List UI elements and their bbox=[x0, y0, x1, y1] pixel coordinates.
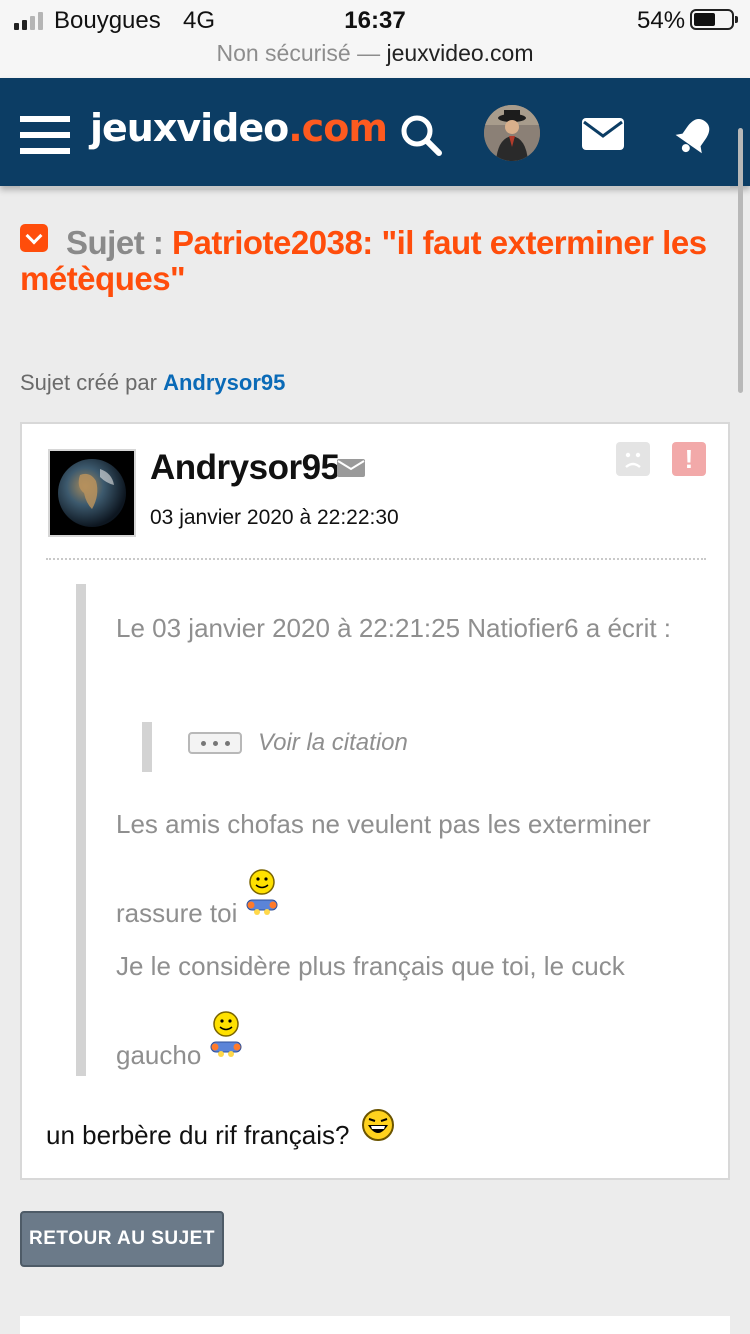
divider bbox=[20, 186, 730, 190]
bell-icon[interactable] bbox=[672, 112, 718, 158]
kick-icon[interactable] bbox=[616, 442, 650, 476]
quote-text: gaucho bbox=[116, 1040, 202, 1070]
post-author-name[interactable]: Andrysor95 bbox=[150, 448, 340, 488]
smiley-icon bbox=[210, 1011, 242, 1057]
chevron-down-icon[interactable] bbox=[20, 224, 48, 252]
topic-created-by: Sujet créé par Andrysor95 bbox=[20, 370, 285, 396]
mail-icon[interactable] bbox=[580, 116, 626, 152]
user-avatar[interactable] bbox=[484, 105, 540, 161]
topic-title-prefix: Sujet : bbox=[66, 224, 164, 261]
search-icon[interactable] bbox=[398, 112, 444, 158]
logo-tld: .com bbox=[288, 106, 388, 150]
quote-text: rassure toi bbox=[116, 898, 238, 928]
next-section bbox=[20, 1316, 730, 1334]
private-message-icon[interactable] bbox=[336, 458, 366, 478]
post-author-avatar[interactable] bbox=[48, 449, 136, 537]
quote-paragraph: Les amis chofas ne veulent pas les exter… bbox=[116, 802, 696, 935]
blockquote: Le 03 janvier 2020 à 22:21:25 Natiofier6… bbox=[76, 584, 702, 1076]
url-domain: jeuxvideo.com bbox=[386, 40, 534, 66]
quote-paragraph: Je le considère plus français que toi, l… bbox=[116, 944, 696, 1077]
topic-author-link[interactable]: Andrysor95 bbox=[163, 370, 285, 395]
quote-text: Les amis chofas ne veulent pas les exter… bbox=[116, 809, 651, 839]
post-body: un berbère du rif français? bbox=[46, 1108, 395, 1151]
battery-icon bbox=[690, 9, 738, 30]
topic-title: Sujet : Patriote2038: "il faut extermine… bbox=[20, 224, 720, 297]
url-security-label: Non sécurisé — bbox=[216, 40, 381, 66]
site-header: jeuxvideo.com bbox=[0, 78, 750, 186]
view-quote-link[interactable]: Voir la citation bbox=[258, 722, 408, 764]
post-separator bbox=[46, 558, 706, 560]
site-logo[interactable]: jeuxvideo.com bbox=[90, 106, 388, 150]
battery-percent: 54% bbox=[637, 7, 686, 34]
logo-main: jeuxvideo bbox=[90, 106, 289, 150]
page-scrollbar[interactable] bbox=[738, 128, 743, 393]
laughing-smiley-icon bbox=[361, 1109, 394, 1141]
post-date[interactable]: 03 janvier 2020 à 22:22:30 bbox=[150, 506, 399, 530]
menu-icon[interactable] bbox=[20, 116, 70, 154]
back-to-topic-button[interactable]: RETOUR AU SUJET bbox=[20, 1211, 224, 1267]
quote-header: Le 03 janvier 2020 à 22:21:25 Natiofier6… bbox=[116, 613, 672, 643]
status-bar: Bouygues 4G 16:37 54% Non sécurisé — jeu… bbox=[0, 0, 750, 78]
created-by-label: Sujet créé par bbox=[20, 370, 157, 395]
smiley-icon bbox=[246, 869, 278, 915]
expand-quote-button[interactable] bbox=[188, 732, 242, 754]
post-body-text: un berbère du rif français? bbox=[46, 1120, 350, 1150]
forum-post: Andrysor95 03 janvier 2020 à 22:22:30 ! … bbox=[20, 422, 730, 1180]
quote-text: Je le considère plus français que toi, l… bbox=[116, 951, 625, 981]
nested-quote: Voir la citation bbox=[142, 722, 542, 772]
url-bar[interactable]: Non sécurisé — jeuxvideo.com bbox=[0, 40, 750, 67]
report-icon[interactable]: ! bbox=[672, 442, 706, 476]
